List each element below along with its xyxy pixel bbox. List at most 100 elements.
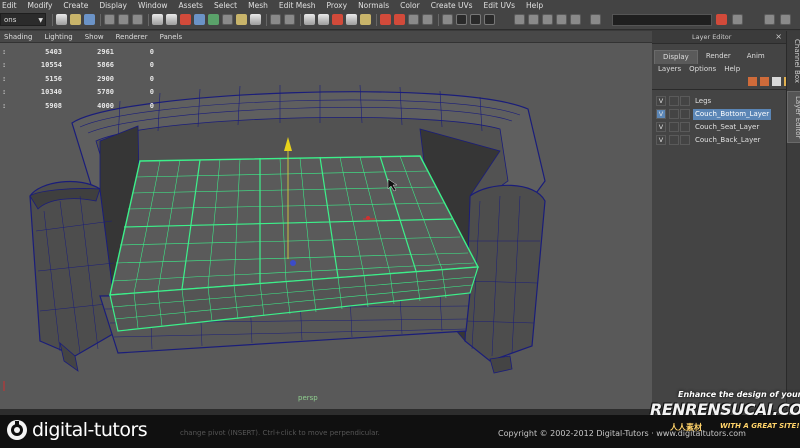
menu-assets[interactable]: Assets [179, 1, 203, 10]
tab-channel-box[interactable]: Channel Box [787, 39, 800, 83]
camera-label: persp [298, 394, 318, 402]
menu-create-uvs[interactable]: Create UVs [431, 1, 473, 10]
menu-create[interactable]: Create [63, 1, 88, 10]
viewport-menu-renderer[interactable]: Renderer [116, 33, 148, 41]
menu-normals[interactable]: Normals [358, 1, 389, 10]
snap-grid-icon[interactable] [304, 14, 315, 25]
tab-display[interactable]: Display [654, 50, 698, 64]
layer-menu-help[interactable]: Help [724, 65, 740, 73]
toggle-modeling-toolkit-icon[interactable] [570, 14, 581, 25]
visibility-toggle[interactable]: V [656, 96, 666, 106]
layer-row[interactable]: V Couch_Back_Layer [656, 134, 784, 146]
viewport-menu-shading[interactable]: Shading [4, 33, 32, 41]
mask-render-icon[interactable] [236, 14, 247, 25]
visibility-toggle[interactable]: V [656, 109, 666, 119]
new-layer-icon[interactable] [772, 77, 781, 86]
save-scene-icon[interactable] [84, 14, 95, 25]
menu-select[interactable]: Select [214, 1, 237, 10]
move-layer-down-icon[interactable] [760, 77, 769, 86]
layer-row-selected[interactable]: V Couch_Bottom_Layer [656, 108, 784, 120]
layer-menu-options[interactable]: Options [689, 65, 716, 73]
toggle-sidebar-icon[interactable] [514, 14, 525, 25]
layer-color-swatch[interactable] [680, 96, 690, 106]
close-icon[interactable]: × [775, 32, 782, 41]
menu-edit-uvs[interactable]: Edit UVs [484, 1, 515, 10]
construction-history-icon[interactable] [380, 14, 391, 25]
viewport-menu-lighting[interactable]: Lighting [44, 33, 72, 41]
toggle-channel-box-icon[interactable] [556, 14, 567, 25]
display-type-toggle[interactable] [669, 122, 679, 132]
mask-curve-icon[interactable] [180, 14, 191, 25]
visibility-toggle[interactable]: V [656, 135, 666, 145]
menu-display[interactable]: Display [99, 1, 127, 10]
display-type-toggle[interactable] [669, 109, 679, 119]
layer-color-swatch[interactable] [680, 135, 690, 145]
open-scene-icon[interactable] [70, 14, 81, 25]
panel-layout-icon[interactable] [764, 14, 775, 25]
menu-modify[interactable]: Modify [28, 1, 53, 10]
layer-row[interactable]: V Legs [656, 95, 784, 107]
tab-layer-editor[interactable]: Layer Editor [787, 91, 800, 144]
layer-color-swatch[interactable] [680, 122, 690, 132]
separator [376, 14, 377, 26]
layer-menu-layers[interactable]: Layers [658, 65, 681, 73]
visibility-toggle[interactable]: V [656, 122, 666, 132]
snap-curve-icon[interactable] [318, 14, 329, 25]
highlight-selection-icon[interactable] [284, 14, 295, 25]
mask-deform-icon[interactable] [208, 14, 219, 25]
input-field-icon[interactable] [470, 14, 481, 25]
menu-edit-mesh[interactable]: Edit Mesh [279, 1, 316, 10]
mask-surface-icon[interactable] [194, 14, 205, 25]
toggle-outliner-icon[interactable] [590, 14, 601, 25]
layer-name[interactable]: Couch_Back_Layer [693, 135, 762, 146]
snap-point-icon[interactable] [332, 14, 343, 25]
menu-color[interactable]: Color [400, 1, 420, 10]
menu-window[interactable]: Window [138, 1, 168, 10]
layer-editor-header: Layer Editor × [652, 31, 786, 44]
hud-row: : 5403 2961 0 [2, 45, 154, 59]
brand-wordmark: digital-tutors [32, 419, 148, 441]
layer-name[interactable]: Legs [693, 96, 713, 107]
render-settings-icon[interactable] [422, 14, 433, 25]
menu-edit[interactable]: Edit [2, 1, 17, 10]
layer-color-swatch[interactable] [680, 109, 690, 119]
make-live-icon[interactable] [360, 14, 371, 25]
tab-anim[interactable]: Anim [739, 50, 773, 63]
select-component-icon[interactable] [132, 14, 143, 25]
render-current-frame-icon[interactable] [394, 14, 405, 25]
hud-value: 2961 [97, 47, 114, 56]
panel-layout-icon[interactable] [780, 14, 791, 25]
quick-search-field[interactable] [612, 14, 712, 26]
mask-dynamic-icon[interactable] [222, 14, 233, 25]
mask-misc-icon[interactable] [250, 14, 261, 25]
menu-set-dropdown[interactable]: ons ▼ [0, 13, 46, 26]
clear-search-icon[interactable] [716, 14, 727, 25]
ipr-render-icon[interactable] [408, 14, 419, 25]
menu-mesh[interactable]: Mesh [248, 1, 268, 10]
menu-proxy[interactable]: Proxy [327, 1, 348, 10]
layer-row[interactable]: V Couch_Seat_Layer [656, 121, 784, 133]
tab-render[interactable]: Render [698, 50, 739, 63]
layer-name[interactable]: Couch_Bottom_Layer [693, 108, 772, 120]
viewport-menu-panels[interactable]: Panels [160, 33, 183, 41]
display-type-toggle[interactable] [669, 96, 679, 106]
menu-help[interactable]: Help [526, 1, 543, 10]
viewport-menu-show[interactable]: Show [85, 33, 104, 41]
search-options-icon[interactable] [732, 14, 743, 25]
new-scene-icon[interactable] [56, 14, 67, 25]
toggle-attribute-icon[interactable] [528, 14, 539, 25]
display-type-toggle[interactable] [669, 135, 679, 145]
select-hierarchy-icon[interactable] [104, 14, 115, 25]
input-line-icon[interactable] [442, 14, 453, 25]
input-field-icon[interactable] [484, 14, 495, 25]
snap-view-plane-icon[interactable] [346, 14, 357, 25]
select-object-icon[interactable] [118, 14, 129, 25]
perspective-viewport[interactable]: Shading Lighting Show Renderer Panels : … [0, 31, 652, 409]
move-layer-up-icon[interactable] [748, 77, 757, 86]
mask-joint-icon[interactable] [166, 14, 177, 25]
toggle-tool-settings-icon[interactable] [542, 14, 553, 25]
input-field-icon[interactable] [456, 14, 467, 25]
mask-handle-icon[interactable] [152, 14, 163, 25]
layer-name[interactable]: Couch_Seat_Layer [693, 122, 761, 133]
lock-selection-icon[interactable] [270, 14, 281, 25]
